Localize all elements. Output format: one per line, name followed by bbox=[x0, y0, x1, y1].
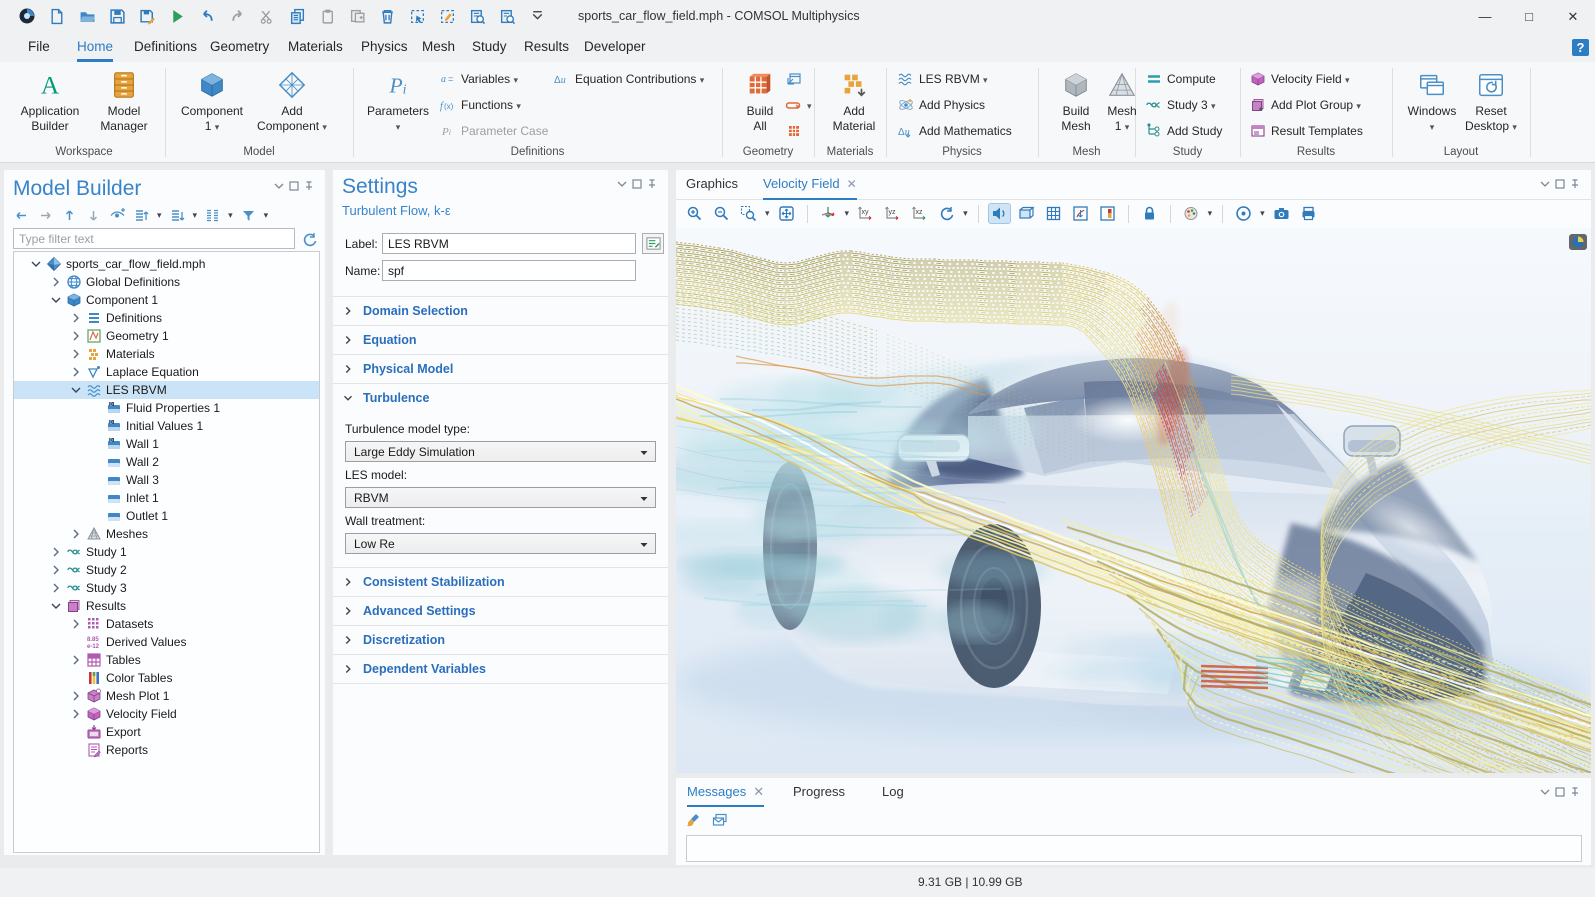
svg-text:yz: yz bbox=[889, 209, 897, 216]
svg-text:Pi: Pi bbox=[441, 126, 451, 138]
svg-text:e-12: e-12 bbox=[87, 644, 100, 650]
svg-text:=: = bbox=[448, 74, 453, 84]
svg-text:a: a bbox=[441, 74, 446, 85]
svg-text:(x): (x) bbox=[444, 102, 454, 111]
svg-text:Δu: Δu bbox=[554, 75, 566, 86]
svg-text:A: A bbox=[41, 71, 60, 99]
svg-text:xy: xy bbox=[862, 209, 870, 216]
svg-text:xz: xz bbox=[916, 209, 924, 216]
svg-text:Pi: Pi bbox=[388, 74, 406, 98]
svg-text:8.85: 8.85 bbox=[87, 637, 99, 643]
